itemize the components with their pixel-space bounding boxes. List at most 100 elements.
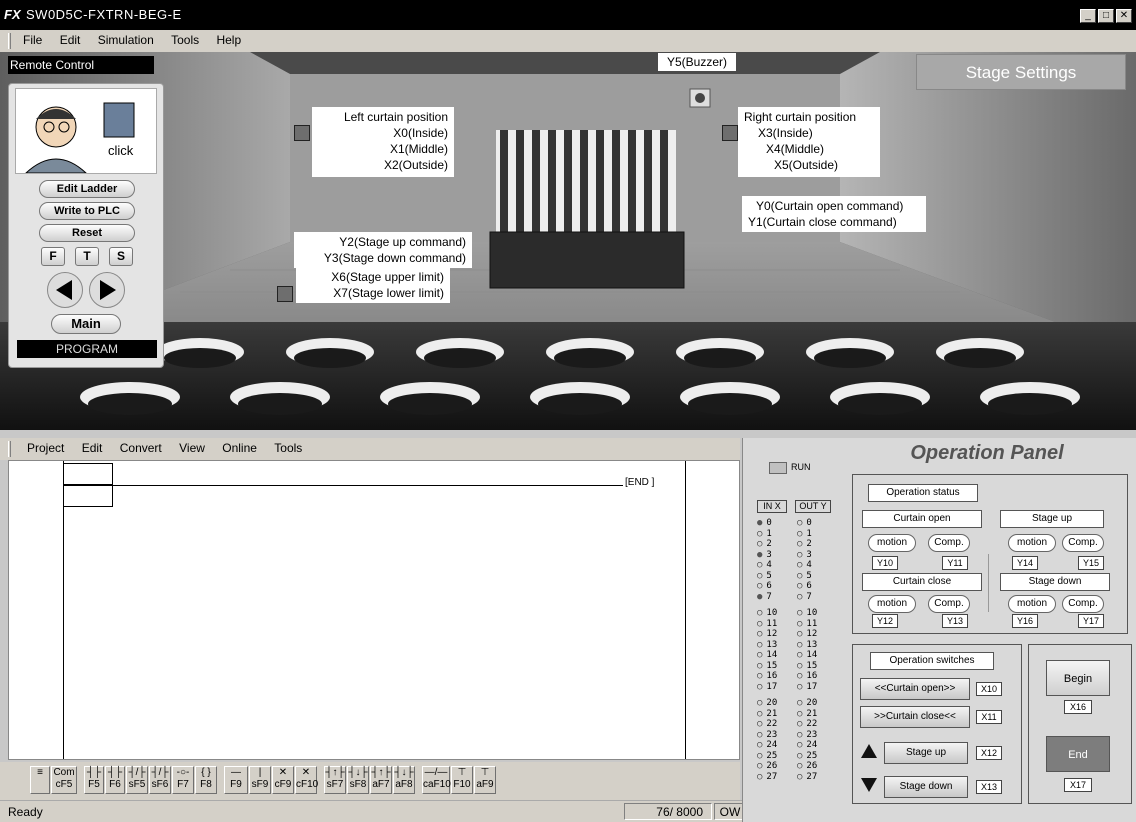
- ladder-menu-tools[interactable]: Tools: [267, 438, 309, 455]
- toolbar-button[interactable]: ✕ cF9: [272, 766, 294, 794]
- led-icon: ○: [797, 518, 803, 528]
- led-number: 23: [766, 729, 778, 740]
- led-icon: ○: [757, 618, 763, 629]
- led-number: 17: [806, 681, 818, 692]
- input-led-row: ● 0: [757, 518, 793, 529]
- led-icon: ○: [757, 719, 763, 729]
- ladder-menu-project[interactable]: Project: [20, 438, 71, 455]
- led-icon: ○: [797, 750, 803, 761]
- toolbar-button-icon: —: [231, 767, 241, 778]
- minimize-button[interactable]: _: [1080, 9, 1096, 23]
- f-button[interactable]: F: [41, 247, 65, 266]
- led-number: 0: [806, 518, 812, 528]
- input-led-row: ● 7: [757, 592, 793, 603]
- write-to-plc-button[interactable]: Write to PLC: [39, 202, 135, 220]
- led-icon: ○: [757, 528, 763, 539]
- led-number: 6: [766, 581, 772, 591]
- t-button[interactable]: T: [75, 247, 99, 266]
- toolbar-button[interactable]: { } F8: [195, 766, 217, 794]
- toolbar-button[interactable]: | sF9: [249, 766, 271, 794]
- led-number: 10: [806, 608, 818, 618]
- curtain-close-switch[interactable]: >>Curtain close<<: [860, 706, 970, 728]
- toolbar-button-icon: ┤↑├: [325, 767, 345, 778]
- menu-tools[interactable]: Tools: [164, 30, 206, 47]
- next-button[interactable]: [89, 272, 125, 308]
- output-led-row: ○ 10: [797, 608, 833, 619]
- toolbar-button[interactable]: ┤/├ sF6: [149, 766, 171, 794]
- led-number: 25: [766, 750, 778, 761]
- ladder-menu-edit[interactable]: Edit: [75, 438, 110, 455]
- input-led-row: ○ 1: [757, 529, 793, 540]
- led-number: 0: [766, 518, 772, 528]
- stage-up-switch[interactable]: Stage up: [884, 742, 968, 764]
- main-button[interactable]: Main: [51, 314, 121, 334]
- menu-simulation[interactable]: Simulation: [91, 30, 161, 47]
- x7-label: X7(Stage lower limit): [333, 286, 444, 300]
- ladder-menu-online[interactable]: Online: [215, 438, 264, 455]
- stage-settings-button[interactable]: Stage Settings: [916, 54, 1126, 90]
- input-led-row: ○ 21: [757, 709, 793, 720]
- buzzer-label: Y5(Buzzer): [658, 53, 736, 71]
- toolbar-button-key: cF9: [274, 779, 292, 790]
- led-icon: ○: [797, 560, 803, 570]
- led-icon: ○: [797, 591, 803, 602]
- toolbar-button[interactable]: — F9: [224, 766, 248, 794]
- ladder-menu-view[interactable]: View: [172, 438, 212, 455]
- led-icon: ○: [797, 639, 803, 650]
- s-button[interactable]: S: [109, 247, 133, 266]
- led-number: 16: [806, 671, 818, 681]
- toolbar-button-key: F8: [200, 779, 212, 790]
- led-icon: ○: [797, 629, 803, 639]
- output-led-row: ○ 14: [797, 650, 833, 661]
- teacher-avatar[interactable]: click: [15, 88, 157, 174]
- io-panel: RUN IN X OUT Y ● 0 ○ 1 ○ 2 ● 3 ○ 4 ○ 5 ○ 6 ● 7 ○ 10 ○ 11 ○ 12…: [742, 438, 838, 822]
- toolbar-button[interactable]: ✕ cF10: [295, 766, 318, 794]
- toolbar-button[interactable]: ⊤ F10: [451, 766, 473, 794]
- toolbar-button[interactable]: —/— caF10: [422, 766, 451, 794]
- y12-label: Y12: [872, 614, 898, 628]
- toolbar-button[interactable]: ┤↓├ aF8: [393, 766, 415, 794]
- led-number: 26: [766, 761, 778, 771]
- end-button[interactable]: End: [1046, 736, 1110, 772]
- cursor-cell[interactable]: [63, 463, 113, 485]
- output-led-row: ○ 0: [797, 518, 833, 529]
- curtain-open-comp-lamp: Comp.: [928, 534, 970, 552]
- close-button[interactable]: ✕: [1116, 9, 1132, 23]
- reset-button[interactable]: Reset: [39, 224, 135, 242]
- menu-file[interactable]: File: [16, 30, 49, 47]
- maximize-button[interactable]: □: [1098, 9, 1114, 23]
- led-icon: ○: [757, 639, 763, 650]
- stage-command-label: Y2(Stage up command) Y3(Stage down comma…: [294, 232, 472, 268]
- ladder-editor[interactable]: [END ]: [8, 460, 740, 760]
- prev-button[interactable]: [47, 272, 83, 308]
- run-led: [769, 462, 787, 474]
- menu-help[interactable]: Help: [209, 30, 248, 47]
- toolbar-button-icon: ≡: [37, 767, 43, 778]
- toolbar-button[interactable]: ┤├ F6: [105, 766, 125, 794]
- curtain-open-switch[interactable]: <<Curtain open>>: [860, 678, 970, 700]
- output-led-row: ○ 15: [797, 661, 833, 672]
- led-icon: ○: [797, 729, 803, 740]
- toolbar-button[interactable]: ┤├ F5: [84, 766, 104, 794]
- operation-switches-title: Operation switches: [870, 652, 994, 670]
- menu-edit[interactable]: Edit: [53, 30, 88, 47]
- right-curtain-sensor: [722, 125, 738, 141]
- toolbar-button[interactable]: ┤↑├ sF7: [324, 766, 346, 794]
- edit-ladder-button[interactable]: Edit Ladder: [39, 180, 135, 198]
- ladder-menu-convert[interactable]: Convert: [113, 438, 169, 455]
- output-led-row: ○ 3: [797, 550, 833, 561]
- toolbar-button[interactable]: Com cF5: [51, 766, 77, 794]
- input-led-row: ○ 11: [757, 619, 793, 630]
- begin-button[interactable]: Begin: [1046, 660, 1110, 696]
- toolbar-button[interactable]: -○- F7: [172, 766, 194, 794]
- toolbar-button[interactable]: ┤/├ sF5: [126, 766, 148, 794]
- toolbar-button[interactable]: ⊤ aF9: [474, 766, 496, 794]
- toolbar-button[interactable]: ≡: [30, 766, 50, 794]
- cursor-cell-lower[interactable]: [63, 485, 113, 507]
- toolbar-button[interactable]: ┤↓├ sF8: [347, 766, 369, 794]
- stage-scene: Remote Control Y5(Buzzer) Stage Settings…: [0, 52, 1136, 430]
- stage-down-switch[interactable]: Stage down: [884, 776, 968, 798]
- led-icon: ○: [797, 740, 803, 750]
- led-number: 12: [806, 629, 818, 639]
- toolbar-button[interactable]: ┤↑├ aF7: [370, 766, 392, 794]
